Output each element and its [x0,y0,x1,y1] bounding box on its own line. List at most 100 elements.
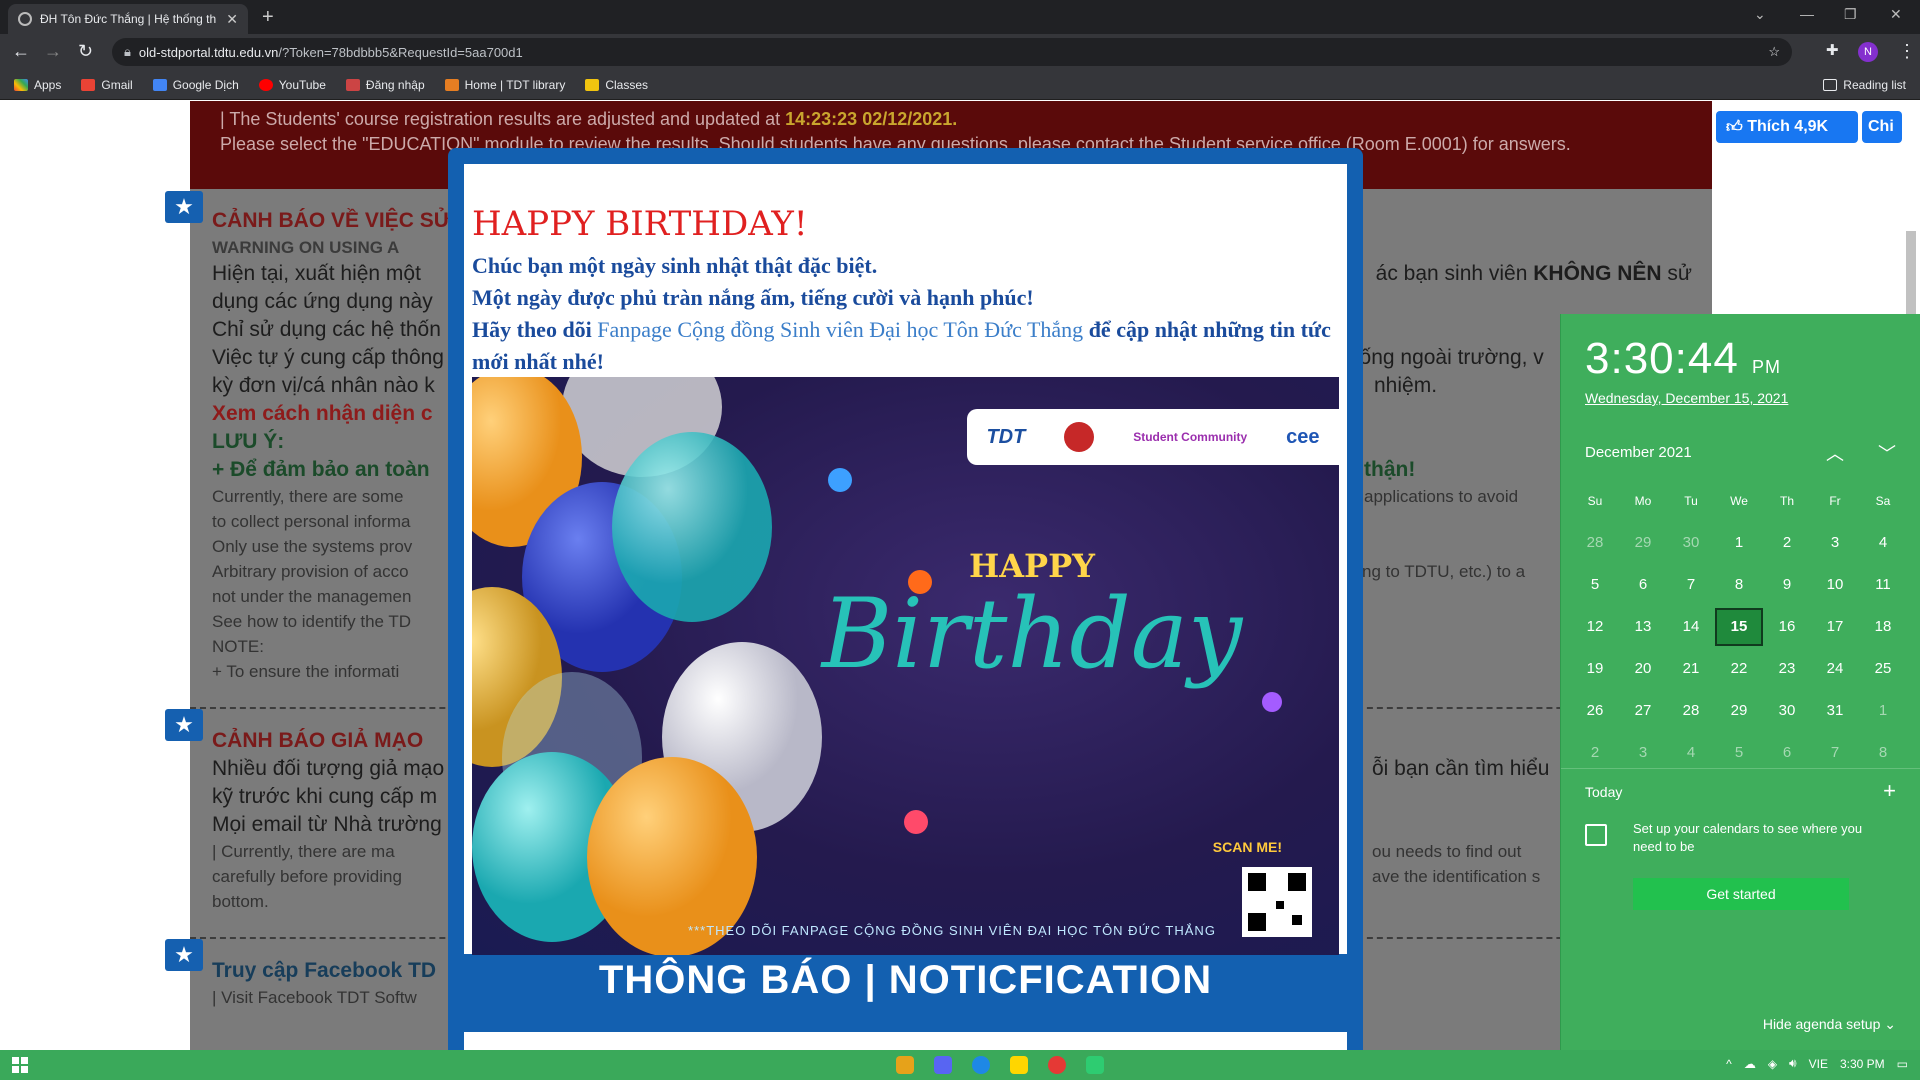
bookmark-classes[interactable]: Classes [585,78,648,92]
calendar-day[interactable]: 21 [1667,648,1715,690]
onedrive-icon[interactable]: ☁ [1744,1057,1756,1071]
calendar-day[interactable]: 19 [1571,648,1619,690]
calendar-day[interactable]: 20 [1619,648,1667,690]
calendar-day[interactable]: 5 [1571,564,1619,606]
restore-icon[interactable]: ❐ [1844,6,1857,23]
weekday-label: Th [1779,494,1794,508]
profile-avatar[interactable]: N [1858,42,1878,62]
calendar-day[interactable]: 12 [1571,606,1619,648]
scrollbar-thumb[interactable] [1906,231,1916,321]
url-host: old-stdportal.tdtu.edu.vn [138,44,279,60]
tab-favicon-icon [18,12,32,26]
windows-start-icon[interactable] [12,1057,28,1073]
bookmark-dang-nhap[interactable]: Đăng nhập [345,78,425,92]
birthday-message: Chúc bạn một ngày sinh nhật thật đặc biệ… [472,253,1331,374]
android-icon[interactable] [1086,1056,1104,1074]
calendar-day[interactable]: 29 [1715,690,1763,732]
reading-list[interactable]: Reading list [1823,78,1906,92]
calendar-day[interactable]: 4 [1859,522,1907,564]
chevron-down-icon[interactable]: ﹀ [1878,440,1896,466]
app-icon[interactable] [896,1056,914,1074]
chevron-up-icon[interactable]: ^ [1726,1057,1732,1071]
back-icon[interactable]: ← [12,41,30,62]
calendar-day[interactable]: 29 [1619,522,1667,564]
svg-text:Birthday: Birthday [820,578,1244,690]
calendar-grid: Su Mo Tu We Th Fr Sa 28 29 30 1 2 3 4 5 6 7 8 9 10 11 12 13 14 1… [1571,480,1911,774]
menu-icon[interactable]: ⋮ [1898,41,1916,62]
date-link[interactable]: Wednesday, December 15, 2021 [1585,390,1788,406]
discord-icon[interactable] [934,1056,952,1074]
chrome-icon[interactable] [1048,1056,1066,1074]
calendar-day[interactable]: 14 [1667,606,1715,648]
calendar-day-today[interactable]: 15 [1715,608,1763,646]
sticky-notes-icon[interactable] [1010,1056,1028,1074]
calendar-day[interactable]: 16 [1763,606,1811,648]
reload-icon[interactable]: ↻ [78,41,93,62]
calendar-flyout: 3:30:44 PM Wednesday, December 15, 2021 … [1560,314,1920,1050]
chevron-up-icon[interactable]: ︿ [1826,440,1844,466]
month-label[interactable]: December 2021 [1585,444,1692,461]
calendar-day[interactable]: 25 [1859,648,1907,690]
calendar-day[interactable]: 10 [1811,564,1859,606]
calendar-day[interactable]: 30 [1667,522,1715,564]
add-event-icon[interactable]: + [1883,778,1896,804]
edge-icon[interactable] [972,1056,990,1074]
calendar-day[interactable]: 18 [1859,606,1907,648]
notifications-icon[interactable]: ▭ [1897,1057,1908,1071]
calendar-day[interactable]: 24 [1811,648,1859,690]
hide-agenda-button[interactable]: Hide agenda setup ⌄ [1763,1016,1896,1033]
calendar-day[interactable]: 7 [1667,564,1715,606]
browser-tab[interactable]: ĐH Tôn Đức Thắng | Hệ thống th ✕ [8,4,248,34]
svg-text:***THEO DÕI FANPAGE CỘNG ĐỒNG: ***THEO DÕI FANPAGE CỘNG ĐỒNG SINH VIÊN … [688,923,1216,938]
calendar-day[interactable]: 9 [1763,564,1811,606]
calendar-day[interactable]: 1 [1859,690,1907,732]
minimize-icon[interactable]: — [1800,6,1814,22]
fanpage-link[interactable]: Fanpage Cộng đồng Sinh viên Đại học Tôn … [597,317,1083,342]
url-input[interactable]: 🔒︎ old-stdportal.tdtu.edu.vn/?Token=78bd… [112,38,1792,66]
calendar-day[interactable]: 1 [1715,522,1763,564]
taskbar-apps [896,1056,1104,1074]
close-tab-icon[interactable]: ✕ [226,11,238,28]
month-nav: ︿ ﹀ [1826,440,1896,466]
bookmark-youtube[interactable]: YouTube [258,78,326,92]
calendar-day[interactable]: 27 [1619,690,1667,732]
calendar-day[interactable]: 17 [1811,606,1859,648]
birthday-modal: HAPPY BIRTHDAY! Chúc bạn một ngày sinh n… [448,148,1363,1050]
tdt-logo: TDT [986,425,1026,448]
calendar-day[interactable]: 30 [1763,690,1811,732]
extensions-icon[interactable]: ✚ [1826,41,1839,59]
volume-icon[interactable]: 🔊︎ [1789,1056,1797,1071]
facebook-like-button[interactable]: 👍︎ Thích 4,9K [1716,111,1858,143]
calendar-day[interactable]: 3 [1811,522,1859,564]
calendar-day[interactable]: 11 [1859,564,1907,606]
gmail-icon [81,78,96,91]
bookmark-google-dich[interactable]: Google Dịch [152,78,239,92]
star-icon: ★ [165,191,203,223]
calendar-day[interactable]: 8 [1715,564,1763,606]
calendar-day[interactable]: 31 [1811,690,1859,732]
calendar-day[interactable]: 2 [1763,522,1811,564]
close-window-icon[interactable]: ✕ [1890,6,1902,23]
bookmark-gmail[interactable]: Gmail [81,78,133,92]
language-indicator[interactable]: VIE [1809,1057,1828,1071]
calendar-day[interactable]: 13 [1619,606,1667,648]
bookmark-star-icon[interactable]: ☆ [1768,44,1780,60]
partner-logos: TDT Student Community cee [967,409,1339,465]
taskbar-clock[interactable]: 3:30 PM [1840,1057,1885,1071]
bookmark-tdt-library[interactable]: Home | TDT library [444,78,565,92]
network-icon[interactable]: ◈ [1768,1057,1777,1071]
calendar-day[interactable]: 22 [1715,648,1763,690]
forward-icon[interactable]: → [44,41,62,62]
new-tab-icon[interactable]: + [262,6,274,29]
lock-icon: 🔒︎ [124,44,131,59]
get-started-button[interactable]: Get started [1633,878,1849,910]
calendar-day[interactable]: 26 [1571,690,1619,732]
facebook-share-button[interactable]: Chi [1862,111,1902,143]
bookmark-apps[interactable]: Apps [14,78,61,92]
tab-search-icon[interactable]: ⌄ [1754,6,1766,23]
calendar-day[interactable]: 28 [1667,690,1715,732]
calendar-day[interactable]: 23 [1763,648,1811,690]
calendar-day[interactable]: 28 [1571,522,1619,564]
birthday-heading: HAPPY BIRTHDAY! [472,204,808,244]
calendar-day[interactable]: 6 [1619,564,1667,606]
